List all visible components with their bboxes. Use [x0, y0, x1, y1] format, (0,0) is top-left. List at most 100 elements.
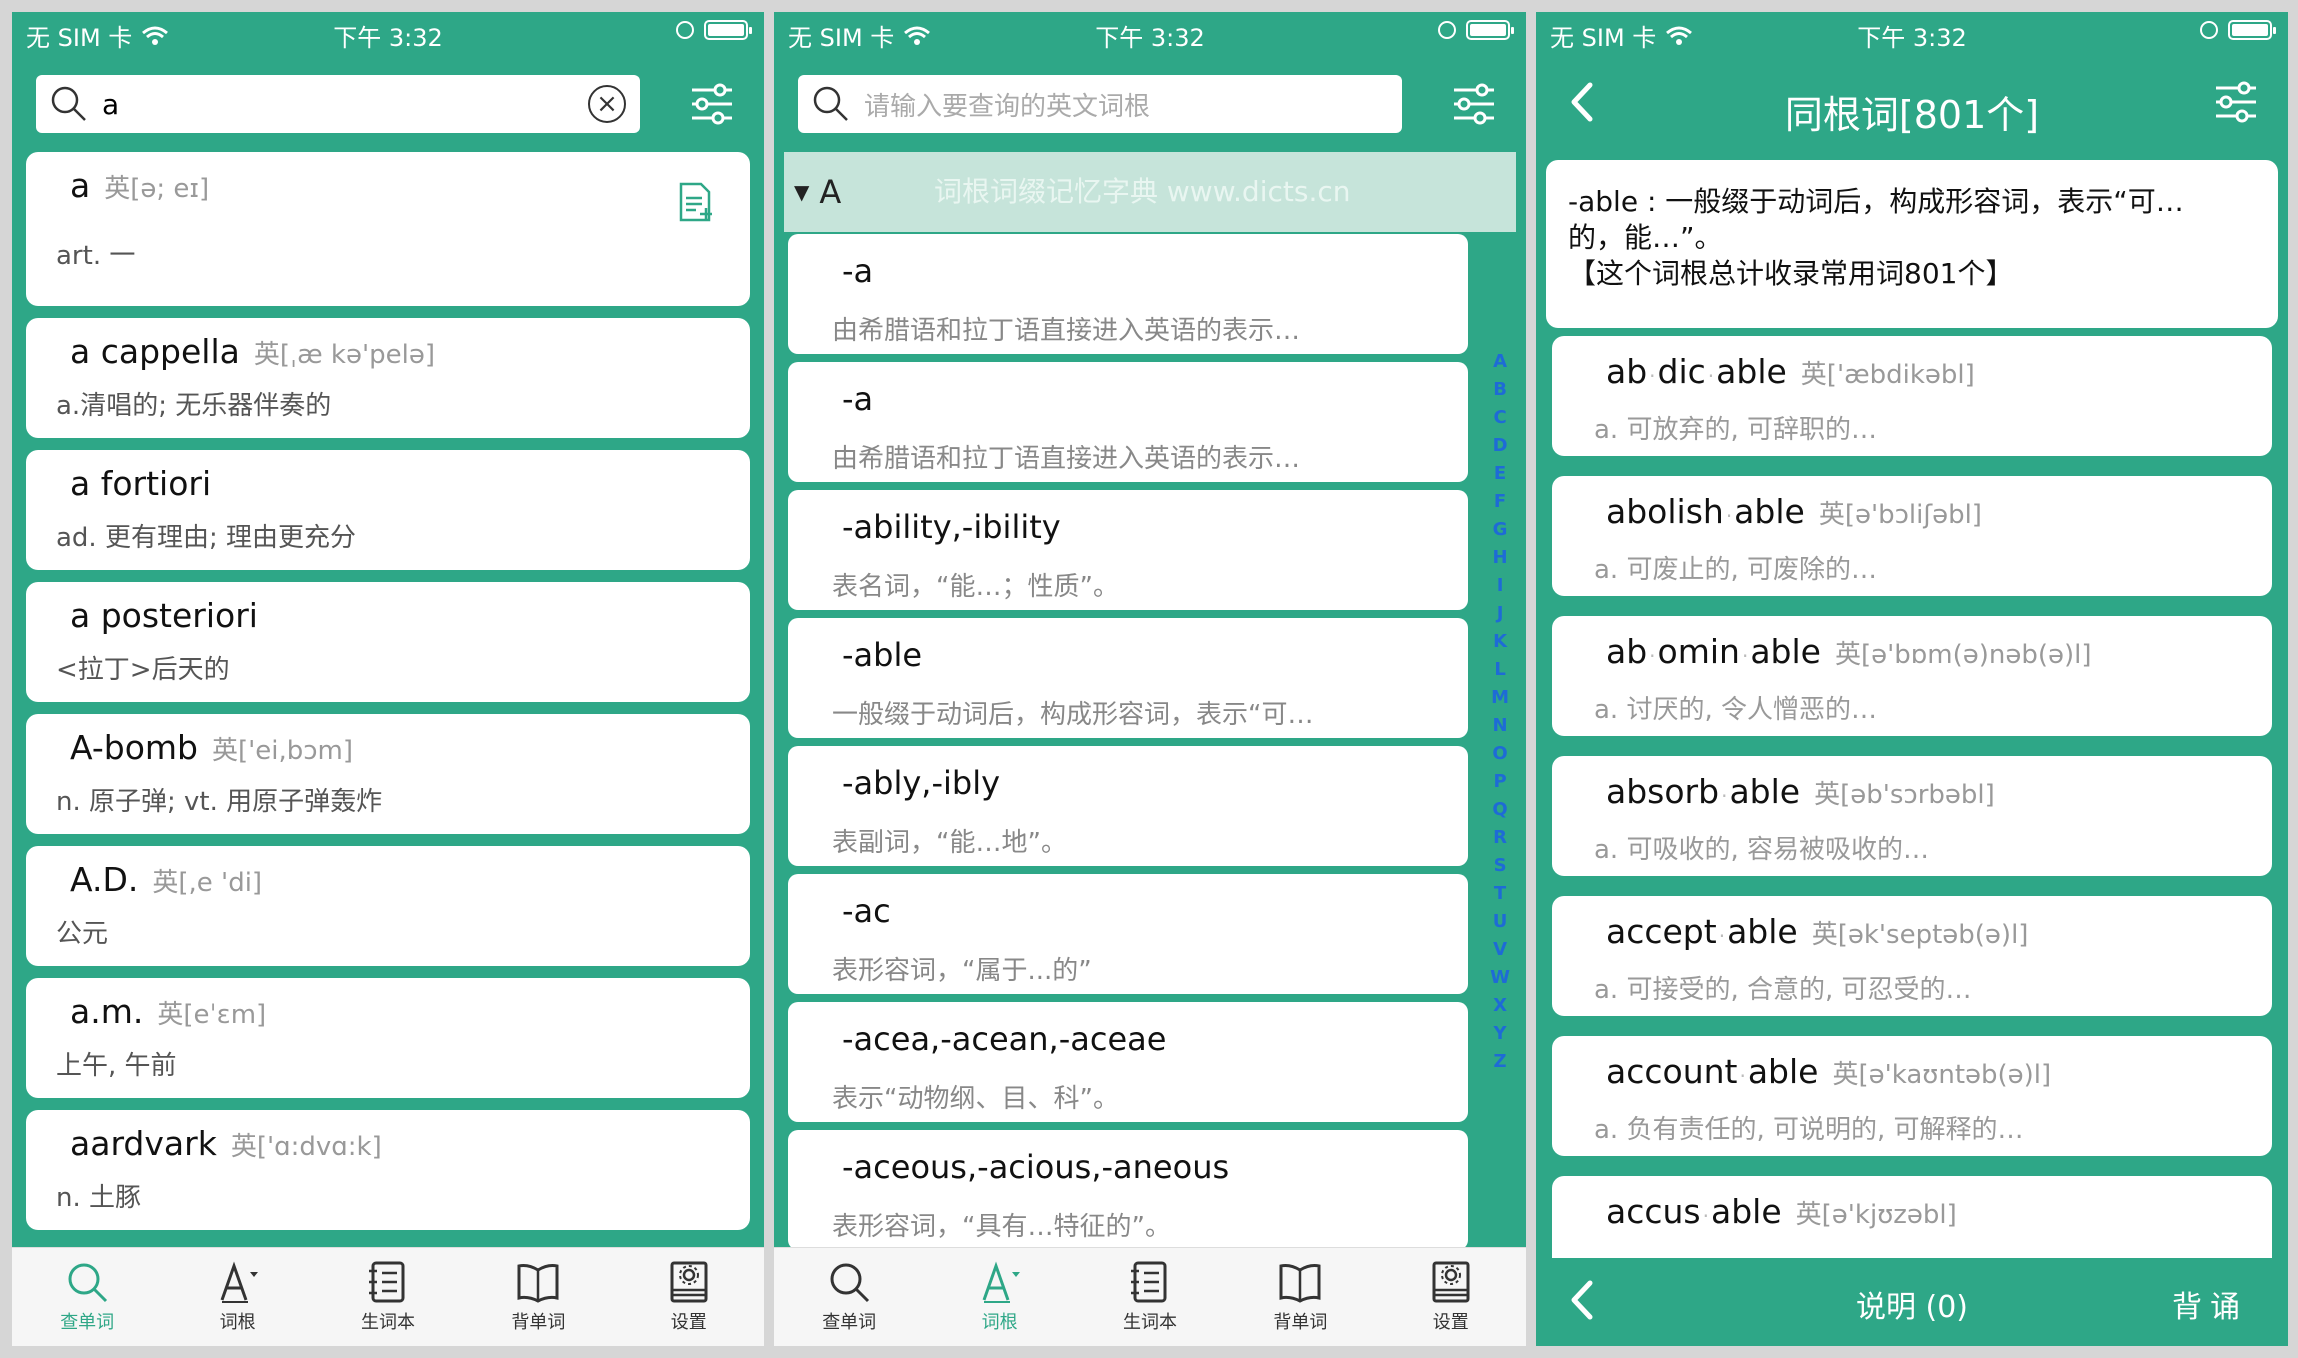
root-info-line: 的，能…”。: [1568, 221, 1723, 254]
definition: <拉丁>后天的: [56, 655, 230, 685]
list-item[interactable]: A-bomb 英['ei,bɔm] n. 原子弹; vt. 用原子弹轰炸: [26, 714, 750, 834]
word-part: accept: [1606, 912, 1717, 951]
tab-label: 查单词: [822, 1312, 877, 1333]
word-part: accus: [1606, 1192, 1701, 1231]
definition: n. 土豚: [56, 1183, 142, 1213]
list-item[interactable]: ab ·dic ·able 英['æbdikəbl] a. 可放弃的, 可辞职的…: [1552, 336, 2272, 456]
list-item[interactable]: aardvark 英['ɑ:dvɑ:k] n. 土豚: [26, 1110, 750, 1230]
index-letter[interactable]: D: [1493, 432, 1508, 460]
clear-search-icon[interactable]: ×: [588, 85, 626, 123]
index-letter[interactable]: Y: [1494, 1020, 1507, 1048]
index-letter[interactable]: E: [1494, 460, 1506, 488]
index-letter[interactable]: Q: [1492, 796, 1507, 824]
tab-roots[interactable]: 词根: [178, 1260, 298, 1334]
index-letter[interactable]: B: [1493, 376, 1507, 404]
index-letter[interactable]: Z: [1494, 1048, 1507, 1076]
status-time: 下午 3:32: [1095, 24, 1205, 52]
index-letter[interactable]: U: [1493, 908, 1508, 936]
root-item[interactable]: -acea,-acean,-aceae 表示“动物纲、目、科”。: [788, 1002, 1468, 1122]
root-item[interactable]: -ac 表形容词，“属于...的”: [788, 874, 1468, 994]
index-letter[interactable]: J: [1497, 600, 1504, 628]
root-item[interactable]: -able 一般缀于动词后，构成形容词，表示“可…: [788, 618, 1468, 738]
filter-settings-icon[interactable]: [1450, 80, 1498, 128]
root-search-input[interactable]: 请输入要查询的英文词根: [864, 86, 1388, 123]
battery-icon: [2228, 20, 2276, 40]
root-item[interactable]: -a 由希腊语和拉丁语直接进入英语的表示…: [788, 234, 1468, 354]
word-part: ab: [1606, 352, 1648, 391]
root-desc: 表副词，“能…地”。: [832, 828, 1067, 858]
list-item[interactable]: a fortiori ad. 更有理由; 理由更充分: [26, 450, 750, 570]
search-input[interactable]: a: [102, 88, 588, 121]
index-letter[interactable]: T: [1494, 880, 1506, 908]
definition: art. 一: [56, 241, 136, 271]
definition: 上午, 午前: [56, 1051, 177, 1081]
index-letter[interactable]: F: [1494, 488, 1506, 516]
word-part: omin: [1657, 632, 1740, 671]
root-desc: 一般缀于动词后，构成形容词，表示“可…: [832, 700, 1314, 730]
filter-settings-icon[interactable]: [2212, 78, 2260, 126]
list-item[interactable]: absorb ·able 英[əb'sɔrbəbl] a. 可吸收的, 容易被吸收的…: [1552, 756, 2272, 876]
index-letter[interactable]: H: [1493, 544, 1508, 572]
list-item[interactable]: a 英[ə; eɪ] art. 一: [26, 152, 750, 306]
index-letter[interactable]: K: [1493, 628, 1507, 656]
tab-label: 生词本: [360, 1312, 415, 1333]
recite-button[interactable]: 背诵: [2172, 1282, 2248, 1326]
list-item[interactable]: ab ·omin ·able 英[ə'bɒm(ə)nəb(ə)l] a. 讨厌的, 令人…: [1552, 616, 2272, 736]
index-letter[interactable]: R: [1493, 824, 1507, 852]
tab-settings[interactable]: 设置: [629, 1260, 749, 1334]
status-bar: 无 SIM 卡 下午 3:32: [1536, 12, 2288, 52]
syllable-dot: ·: [1707, 364, 1715, 388]
add-to-wordbook-icon[interactable]: [678, 182, 714, 222]
index-letter[interactable]: I: [1497, 572, 1504, 600]
section-header[interactable]: ▼ A 词根词缀记忆字典 www.dicts.cn: [784, 152, 1516, 232]
index-letter[interactable]: L: [1494, 656, 1505, 684]
tab-wordbook[interactable]: 生词本: [328, 1260, 448, 1334]
tab-wordbook[interactable]: 生词本: [1090, 1260, 1210, 1334]
watermark: 词根词缀记忆字典 www.dicts.cn: [934, 175, 1351, 208]
tab-memorize[interactable]: 背单词: [1240, 1260, 1360, 1334]
index-letter[interactable]: V: [1493, 936, 1507, 964]
tab-memorize[interactable]: 背单词: [478, 1260, 598, 1334]
filter-settings-icon[interactable]: [688, 80, 736, 128]
word-part: dic: [1657, 352, 1706, 391]
index-letter[interactable]: N: [1493, 712, 1508, 740]
root-info-count: 【这个词根总计收录常用词801个】: [1568, 257, 2014, 290]
tab-roots[interactable]: 词根: [940, 1260, 1060, 1334]
phonetic: 英['ɑ:dvɑ:k]: [230, 1132, 382, 1162]
list-item[interactable]: a posteriori <拉丁>后天的: [26, 582, 750, 702]
list-item[interactable]: accus ·able 英[ə'kjʊzəbl]: [1552, 1176, 2272, 1258]
list-item[interactable]: a cappella 英[ˌæ kə'pelə] a.清唱的; 无乐器伴奏的: [26, 318, 750, 438]
root-item[interactable]: -a 由希腊语和拉丁语直接进入英语的表示…: [788, 362, 1468, 482]
tab-lookup[interactable]: 查单词: [789, 1260, 909, 1334]
tab-settings[interactable]: 设置: [1391, 1260, 1511, 1334]
root-item[interactable]: -ability,-ibility 表名词，“能…；性质”。: [788, 490, 1468, 610]
root-item[interactable]: -ably,-ibly 表副词，“能…地”。: [788, 746, 1468, 866]
root-search-bar[interactable]: 请输入要查询的英文词根: [798, 75, 1402, 133]
tab-label: 生词本: [1122, 1312, 1177, 1333]
index-letter[interactable]: C: [1493, 404, 1506, 432]
font-a-icon: [220, 1261, 258, 1303]
tab-lookup[interactable]: 查单词: [27, 1260, 147, 1334]
root-name: -able: [842, 636, 923, 674]
index-letter[interactable]: O: [1492, 740, 1507, 768]
list-item[interactable]: a.m. 英[eˈɛm] 上午, 午前: [26, 978, 750, 1098]
root-item[interactable]: -aceous,-acious,-aneous 表形容词，“具有…特征的”。: [788, 1130, 1468, 1247]
index-letter[interactable]: S: [1494, 852, 1507, 880]
section-letter: A: [819, 173, 842, 211]
list-item[interactable]: account ·able 英[ə'kaʊntəb(ə)l] a. 负有责任的, 可说…: [1552, 1036, 2272, 1156]
index-letter[interactable]: G: [1493, 516, 1508, 544]
list-item[interactable]: abolish ·able 英[ə'bɔliʃəbl] a. 可废止的, 可废除的…: [1552, 476, 2272, 596]
alphabet-index[interactable]: ABCDEFGHIJKLMNOPQRSTUVWXYZ: [1490, 348, 1510, 1076]
index-letter[interactable]: M: [1491, 684, 1509, 712]
search-bar[interactable]: a ×: [36, 75, 640, 133]
index-letter[interactable]: X: [1493, 992, 1507, 1020]
index-letter[interactable]: P: [1493, 768, 1506, 796]
status-bar: 无 SIM 卡 下午 3:32: [774, 12, 1526, 52]
root-name: -ability,-ibility: [842, 508, 1061, 546]
index-letter[interactable]: W: [1490, 964, 1510, 992]
word-text: A.D.: [70, 860, 139, 899]
index-letter[interactable]: A: [1493, 348, 1507, 376]
root-desc: 表示“动物纲、目、科”。: [832, 1084, 1119, 1114]
list-item[interactable]: accept ·able 英[ək'septəb(ə)l] a. 可接受的, 合意的,…: [1552, 896, 2272, 1016]
list-item[interactable]: A.D. 英[,e 'di] 公元: [26, 846, 750, 966]
